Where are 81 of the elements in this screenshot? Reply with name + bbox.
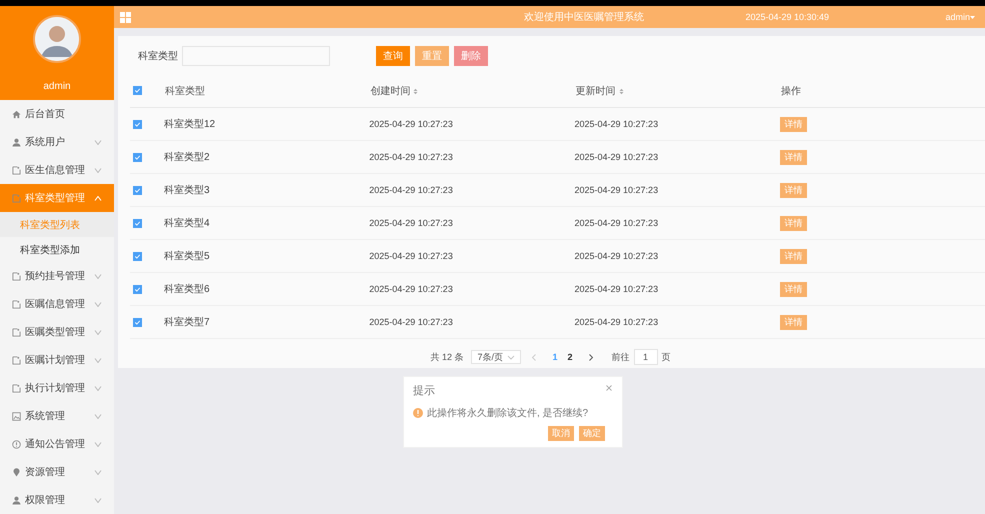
table-cell: 2025-04-29 10:27:23 [369, 317, 453, 327]
table-cell: 科室类型12 [164, 119, 216, 130]
datetime: 2025-04-29 10:30:49 [745, 12, 830, 22]
pin-icon [12, 468, 21, 476]
column-header: 操作 [780, 85, 801, 98]
submenu-item[interactable]: 科室类型添加 [0, 237, 114, 262]
column-header[interactable]: 更新时间 [576, 84, 616, 98]
page-size-select[interactable]: 7条/页 [471, 350, 522, 364]
menu-item[interactable]: 执行计划管理 [0, 374, 114, 402]
info-icon [12, 440, 21, 448]
document-icon [12, 300, 21, 308]
user-icon [12, 138, 21, 146]
column-header: 科室类型 [165, 84, 205, 98]
table-cell: 2025-04-29 10:27:23 [369, 284, 453, 294]
menu-item[interactable]: 权限管理 [0, 486, 114, 514]
checkbox[interactable] [133, 153, 142, 162]
table-cell: 科室类型4 [164, 218, 210, 229]
document-icon [12, 272, 21, 280]
caret-icon[interactable] [970, 16, 975, 18]
menu-item[interactable]: 系统管理 [0, 402, 114, 430]
page-suffix: 页 [662, 350, 671, 364]
table-cell: 2025-04-29 10:27:23 [369, 119, 453, 129]
next-page-icon[interactable] [588, 354, 594, 360]
search-label: 科室类型 [138, 50, 178, 63]
sort-icon[interactable] [618, 88, 624, 94]
menu-item[interactable]: 资源管理 [0, 458, 114, 486]
table-cell: 2025-04-29 10:27:23 [369, 218, 453, 228]
column-header[interactable]: 创建时间 [370, 84, 410, 98]
sort-icon[interactable] [413, 88, 418, 94]
close-icon[interactable] [606, 385, 612, 391]
table-cell: 2025-04-29 10:27:23 [574, 119, 658, 129]
table-cell: 2025-04-29 10:27:23 [574, 185, 658, 195]
table-cell: 科室类型5 [164, 251, 210, 262]
chevron-icon [507, 354, 516, 360]
checkbox[interactable] [133, 186, 142, 196]
document-icon [12, 356, 21, 364]
table-cell: 科室类型2 [164, 152, 210, 163]
warning-icon [413, 408, 423, 418]
checkbox[interactable] [133, 318, 142, 328]
total-count: 共 12 条 [430, 350, 464, 364]
app-title: 欢迎使用中医医嘱管理系统 [523, 10, 646, 24]
checkbox[interactable] [133, 285, 142, 294]
table-cell: 2025-04-29 10:27:23 [369, 251, 453, 261]
menu-item[interactable]: 系统用户 [0, 128, 114, 156]
goto-field[interactable]: 1 [634, 349, 658, 365]
dialog-message: 此操作将永久删除该文件, 是否继续? [427, 406, 588, 420]
checkbox[interactable] [133, 219, 142, 228]
table-cell: 2025-04-29 10:27:23 [574, 152, 658, 162]
table-cell: 科室类型6 [164, 284, 210, 295]
avatar-icon [33, 15, 81, 63]
menu-item[interactable]: 医嘱信息管理 [0, 290, 114, 318]
table-cell: 2025-04-29 10:27:23 [574, 251, 658, 261]
page-number[interactable]: 2 [568, 352, 573, 362]
grid-icon[interactable] [120, 12, 131, 22]
previous-page-icon[interactable] [531, 354, 538, 360]
menu-item[interactable]: 通知公告管理 [0, 430, 114, 458]
document-icon [12, 166, 21, 174]
table-cell: 2025-04-29 10:27:23 [369, 185, 453, 195]
document-icon [12, 384, 21, 392]
table-cell: 2025-04-29 10:27:23 [369, 152, 453, 162]
menu-item[interactable]: 后台首页 [0, 100, 114, 128]
dialog-title: 提示 [413, 384, 436, 398]
document-icon [12, 194, 21, 202]
home-icon [12, 110, 21, 118]
table-cell: 科室类型7 [164, 317, 210, 328]
table-cell: 2025-04-29 10:27:23 [574, 284, 658, 294]
menu-item[interactable]: 预约挂号管理 [0, 262, 114, 290]
goto-label: 前往 [612, 350, 630, 364]
table-cell: 2025-04-29 10:27:23 [574, 218, 658, 228]
menu-item[interactable]: 医生信息管理 [0, 156, 114, 184]
checkbox[interactable] [133, 120, 142, 130]
document-icon [12, 328, 21, 336]
table-cell: 2025-04-29 10:27:23 [574, 317, 658, 327]
image-icon [12, 412, 21, 420]
menu-item[interactable]: 医嘱类型管理 [0, 318, 114, 346]
user-icon [12, 496, 21, 504]
table-cell: 科室类型3 [164, 185, 210, 196]
menu-item[interactable]: 医嘱计划管理 [0, 346, 114, 374]
checkbox[interactable] [133, 252, 142, 262]
checkbox[interactable] [133, 86, 142, 96]
sidebar-username: admin [43, 81, 71, 92]
